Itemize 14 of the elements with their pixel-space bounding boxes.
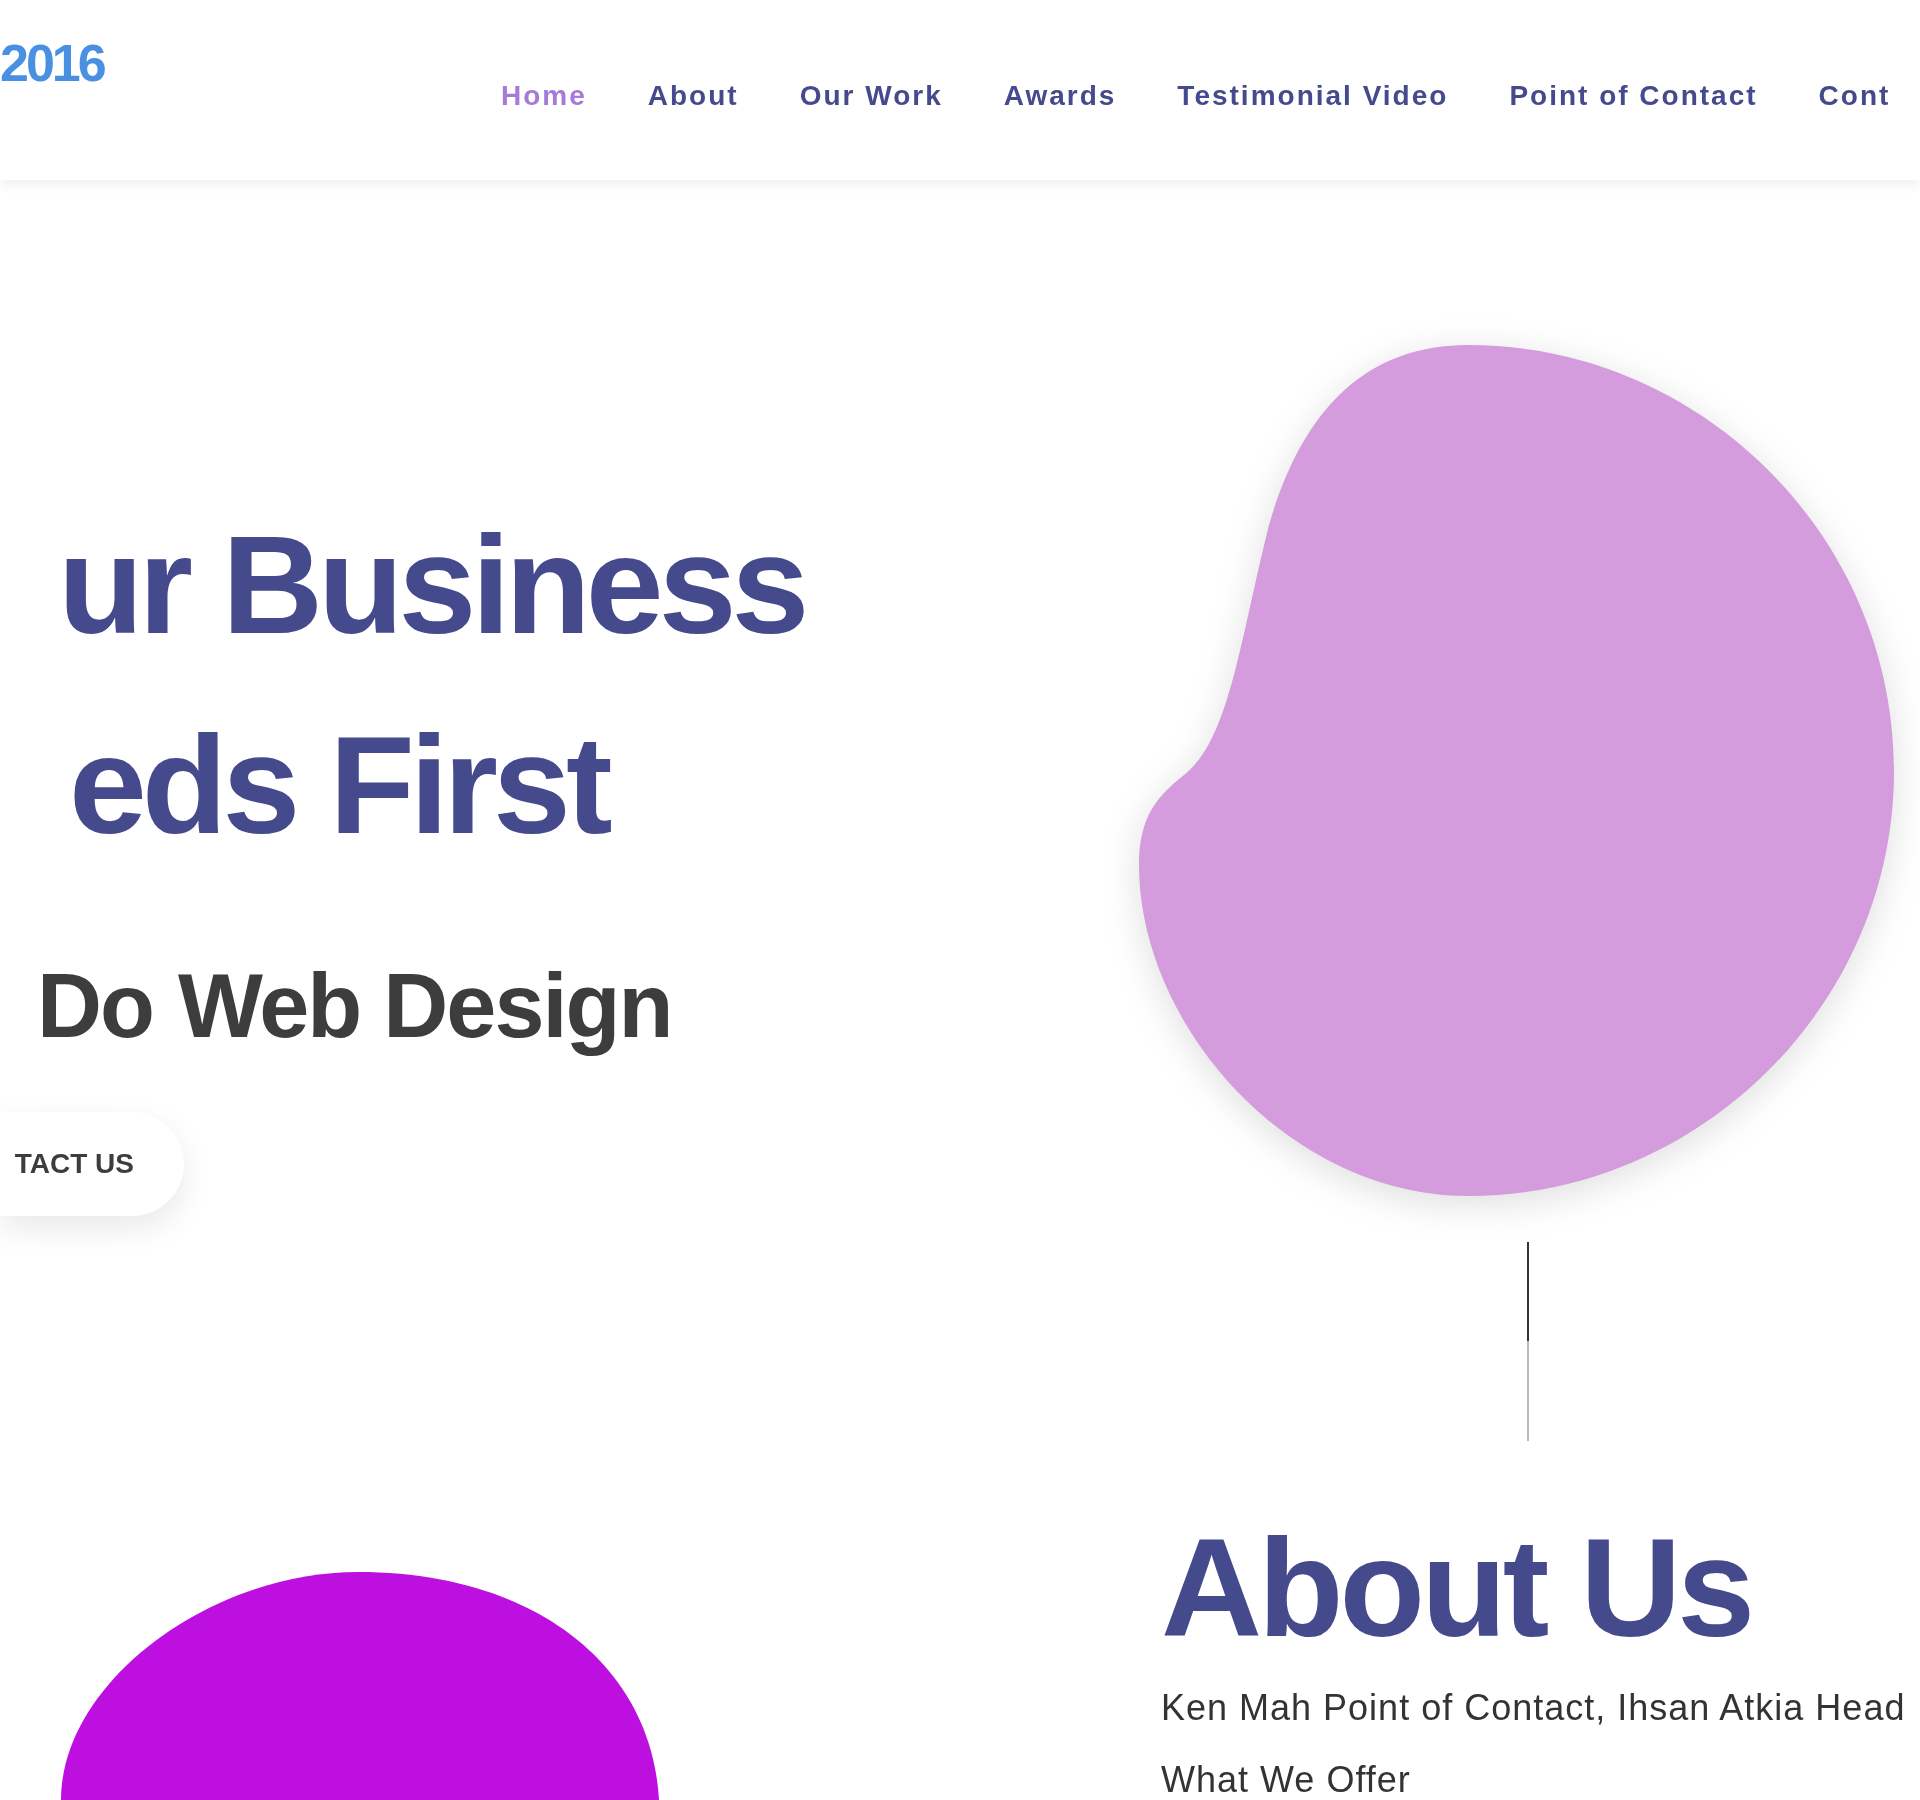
- contact-button[interactable]: TACT US: [0, 1111, 184, 1216]
- nav-link[interactable]: Awards: [1003, 82, 1117, 110]
- nav-link[interactable]: Testimonial Video: [1177, 82, 1449, 110]
- about-text: Ken Mah Point of Contact, Ihsan Atkia Head: [1161, 1686, 1906, 1730]
- about-heading: About Us: [1161, 1518, 1752, 1658]
- nav-link[interactable]: Our Work: [799, 82, 943, 110]
- nav-link[interactable]: Cont: [1818, 82, 1891, 110]
- tagline-text: Web Design: [178, 955, 672, 1058]
- nav-link[interactable]: Point of Contact: [1509, 82, 1758, 110]
- tagline-text: Do: [37, 955, 153, 1058]
- hero-heading-line: eds First: [68, 705, 608, 865]
- hero-heading-line: ur Business: [57, 505, 805, 665]
- nav-link[interactable]: About: [647, 82, 739, 110]
- section-subheading: What We Offer: [1161, 1762, 1411, 1799]
